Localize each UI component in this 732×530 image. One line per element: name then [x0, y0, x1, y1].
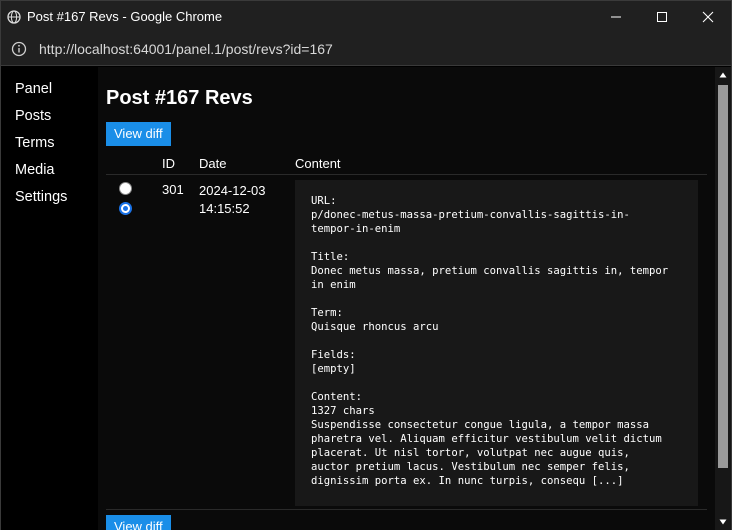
revision-content: URL: p/donec-metus-massa-pretium-convall… — [295, 180, 698, 506]
diff-to-radio[interactable] — [119, 202, 132, 215]
minimize-button[interactable] — [593, 1, 639, 32]
sidebar-item-terms[interactable]: Terms — [1, 134, 98, 161]
main-content: Post #167 Revs View diff ID Date Content… — [98, 67, 715, 530]
close-button[interactable] — [685, 1, 731, 32]
scroll-up-button[interactable] — [715, 67, 731, 83]
arrow-down-icon — [719, 519, 727, 525]
column-header-id: ID — [162, 156, 175, 171]
column-header-date: Date — [199, 156, 227, 171]
site-info-icon[interactable] — [11, 41, 27, 57]
title-bar: Post #167 Revs - Google Chrome — [1, 1, 731, 32]
chrome-globe-icon — [7, 9, 21, 24]
scroll-thumb[interactable] — [718, 85, 728, 468]
revision-content-text: URL: p/donec-metus-massa-pretium-convall… — [311, 195, 669, 487]
maximize-icon — [657, 11, 667, 22]
vertical-scrollbar[interactable] — [715, 67, 731, 530]
sidebar-item-posts[interactable]: Posts — [1, 107, 98, 134]
view-diff-button-bottom[interactable]: View diff — [106, 515, 171, 530]
diff-from-radio[interactable] — [119, 182, 132, 195]
table-row: 301 2024-12-03 14:15:52 URL: p/donec-met… — [106, 176, 707, 510]
column-header-content: Content — [295, 156, 341, 171]
sidebar-item-media[interactable]: Media — [1, 161, 98, 188]
sidebar: Panel Posts Terms Media Settings — [1, 67, 98, 530]
revision-id: 301 — [162, 182, 184, 197]
arrow-up-icon — [719, 72, 727, 78]
sidebar-item-panel[interactable]: Panel — [1, 80, 98, 107]
window-title: Post #167 Revs - Google Chrome — [27, 9, 223, 24]
view-diff-button[interactable]: View diff — [106, 122, 171, 146]
minimize-icon — [611, 16, 621, 17]
scroll-down-button[interactable] — [715, 514, 731, 530]
browser-window: Post #167 Revs - Google Chrome http://lo… — [0, 0, 732, 530]
close-icon — [702, 11, 714, 22]
maximize-button[interactable] — [639, 1, 685, 32]
revision-date: 2024-12-03 14:15:52 — [199, 183, 266, 216]
window-controls — [593, 1, 731, 32]
page-viewport: Panel Posts Terms Media Settings Post #1… — [1, 67, 715, 530]
sidebar-item-settings[interactable]: Settings — [1, 188, 98, 215]
address-bar[interactable]: http://localhost:64001/panel.1/post/revs… — [1, 32, 731, 66]
table-header: ID Date Content — [106, 153, 707, 175]
url-text[interactable]: http://localhost:64001/panel.1/post/revs… — [39, 41, 333, 57]
page-title: Post #167 Revs — [106, 87, 253, 109]
